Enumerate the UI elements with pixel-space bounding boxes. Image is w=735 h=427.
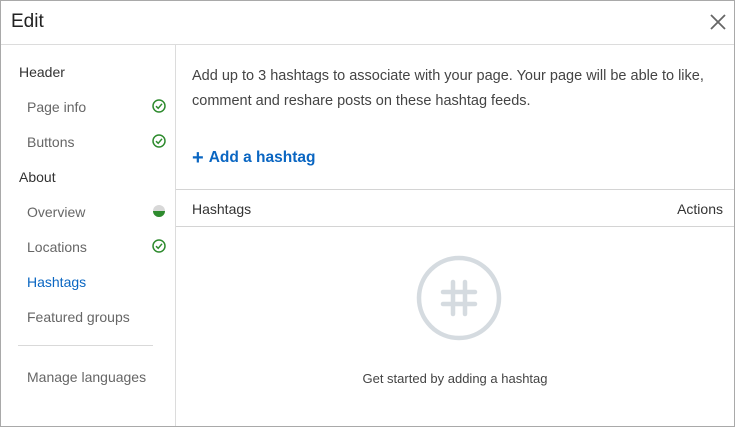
plus-icon: + xyxy=(192,147,204,169)
dialog-header: Edit xyxy=(1,1,734,45)
sidebar-item-hashtags[interactable]: Hashtags xyxy=(27,274,86,290)
check-circle-icon xyxy=(152,99,166,113)
main-panel: Add up to 3 hashtags to associate with y… xyxy=(176,45,734,426)
sidebar-section-about: About xyxy=(19,169,56,185)
sidebar-section-header: Header xyxy=(19,64,65,80)
hashtags-description: Add up to 3 hashtags to associate with y… xyxy=(192,68,704,109)
sidebar-item-page-info[interactable]: Page info xyxy=(27,99,86,115)
manage-languages-link[interactable]: Manage languages xyxy=(27,369,146,385)
sidebar-item-featured-groups[interactable]: Featured groups xyxy=(27,309,130,325)
edit-dialog: Edit Header Page info Buttons About Over… xyxy=(0,0,735,427)
hashtags-table-header: Hashtags Actions xyxy=(176,189,734,227)
half-circle-icon xyxy=(153,205,165,217)
close-icon[interactable] xyxy=(708,12,728,32)
column-actions: Actions xyxy=(677,201,723,217)
sidebar-divider xyxy=(18,345,153,346)
sidebar-item-locations[interactable]: Locations xyxy=(27,239,87,255)
dialog-title: Edit xyxy=(11,11,44,32)
check-circle-icon xyxy=(152,134,166,148)
empty-state-text: Get started by adding a hashtag xyxy=(362,371,548,386)
sidebar-item-overview[interactable]: Overview xyxy=(27,204,85,220)
add-hashtag-button[interactable]: + Add a hashtag xyxy=(192,148,315,168)
check-circle-icon xyxy=(152,239,166,253)
column-hashtags: Hashtags xyxy=(192,201,252,217)
sidebar: Header Page info Buttons About Overview … xyxy=(1,45,176,426)
sidebar-item-buttons[interactable]: Buttons xyxy=(27,134,74,150)
hashtag-icon xyxy=(416,255,502,341)
add-hashtag-label: Add a hashtag xyxy=(208,149,316,166)
